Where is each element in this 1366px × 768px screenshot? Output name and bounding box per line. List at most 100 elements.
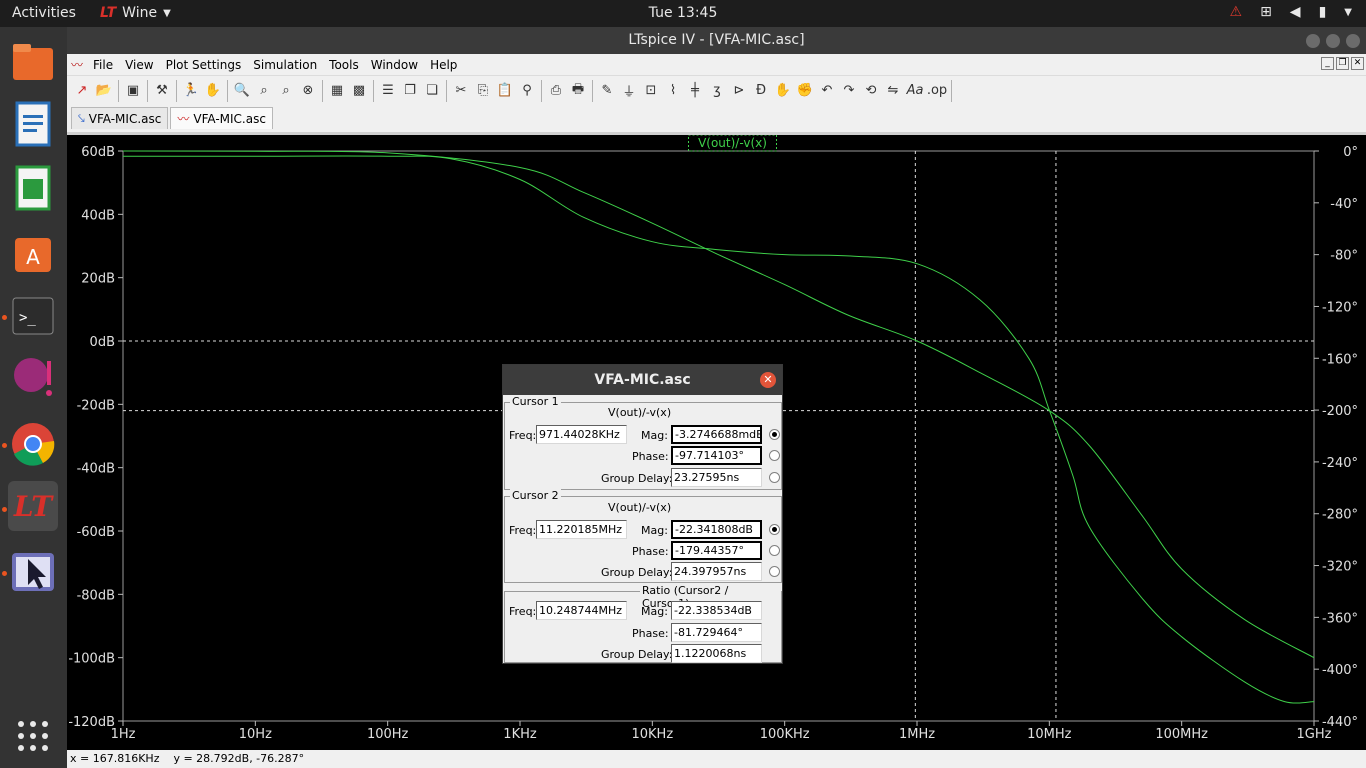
- menu-help[interactable]: Help: [424, 58, 463, 72]
- save-icon[interactable]: ▣: [122, 80, 144, 102]
- cursor2-label: Cursor 2: [510, 489, 561, 502]
- wire-icon[interactable]: ✎: [596, 80, 618, 102]
- cursor1-freq-field[interactable]: 971.44028KHz: [536, 425, 627, 444]
- cascade-icon[interactable]: ❐: [399, 80, 421, 102]
- diode-icon[interactable]: ⊳: [728, 80, 750, 102]
- cursor1-mag-field[interactable]: -3.2746688mdB: [671, 425, 762, 444]
- podcast-icon[interactable]: [8, 353, 58, 403]
- run-icon[interactable]: 🏃: [180, 80, 202, 102]
- drag-icon[interactable]: ✊: [794, 80, 816, 102]
- menu-window[interactable]: Window: [365, 58, 424, 72]
- paste-icon[interactable]: 📋: [494, 80, 516, 102]
- menu-simulation[interactable]: Simulation: [247, 58, 323, 72]
- zoom-out-icon[interactable]: ⌕: [275, 80, 297, 102]
- zoom-fit-icon[interactable]: ⊗: [297, 80, 319, 102]
- mirror-icon[interactable]: ⇋: [882, 80, 904, 102]
- label-net-icon[interactable]: ⊡: [640, 80, 662, 102]
- print-icon[interactable]: 🖶: [567, 80, 589, 102]
- cursor-dialog[interactable]: VFA-MIC.asc ✕ Cursor 1 V(out)/-v(x) Freq…: [502, 364, 783, 664]
- open-icon[interactable]: 📂: [93, 80, 115, 102]
- ratio-freq-field: 10.248744MHz: [536, 601, 627, 620]
- files-icon[interactable]: [8, 37, 58, 87]
- component-icon[interactable]: Ð: [750, 80, 772, 102]
- mdi-close-button[interactable]: ✕: [1351, 57, 1364, 70]
- system-tray[interactable]: ⚠ ⊞ ◀ ▮ ▼: [1230, 4, 1353, 20]
- text-icon[interactable]: Aa: [904, 80, 926, 102]
- pan-icon[interactable]: ✋: [202, 80, 224, 102]
- rotate-icon[interactable]: ⟲: [860, 80, 882, 102]
- zoom-in-icon[interactable]: 🔍: [231, 80, 253, 102]
- dialog-close-button[interactable]: ✕: [760, 372, 776, 388]
- spice-directive-icon[interactable]: .op: [926, 80, 948, 102]
- cursor1-group-delay-radio[interactable]: [769, 472, 780, 483]
- find-icon[interactable]: ⚲: [516, 80, 538, 102]
- menu-file[interactable]: File: [87, 58, 119, 72]
- minimize-button[interactable]: [1306, 34, 1320, 48]
- power-menu-icon[interactable]: ▼: [1344, 7, 1352, 18]
- inductor-icon[interactable]: ʒ: [706, 80, 728, 102]
- autorange-icon[interactable]: ▦: [326, 80, 348, 102]
- dialog-titlebar[interactable]: VFA-MIC.asc ✕: [503, 365, 782, 395]
- cursor1-group-delay-field[interactable]: 23.27595ns: [671, 468, 762, 487]
- control-panel-icon[interactable]: ⚒: [151, 80, 173, 102]
- cursor1-mag-radio[interactable]: [769, 429, 780, 440]
- cursor2-phase-field[interactable]: -179.44357°: [671, 541, 762, 560]
- cursor2-freq-field[interactable]: 11.220185MHz: [536, 520, 627, 539]
- mdi-restore-button[interactable]: ❐: [1336, 57, 1349, 70]
- tile-horizontal-icon[interactable]: ☰: [377, 80, 399, 102]
- terminal-icon[interactable]: >_: [8, 291, 58, 341]
- tab-waveform[interactable]: 〰 VFA-MIC.asc: [170, 107, 273, 129]
- cursor1-phase-field[interactable]: -97.714103°: [671, 446, 762, 465]
- y-left-tick-label: 40dB: [81, 208, 115, 223]
- activities-button[interactable]: Activities: [12, 5, 76, 21]
- redo-icon[interactable]: ↷: [838, 80, 860, 102]
- calc-icon[interactable]: [8, 163, 58, 213]
- cursor2-mag-radio[interactable]: [769, 524, 780, 535]
- chrome-icon[interactable]: [8, 419, 58, 469]
- window-titlebar[interactable]: LTspice IV - [VFA-MIC.asc]: [67, 27, 1366, 54]
- screenshot-icon[interactable]: [8, 547, 58, 597]
- undo-icon[interactable]: ↶: [816, 80, 838, 102]
- close-button[interactable]: [1346, 34, 1360, 48]
- tile-vertical-icon[interactable]: ❏: [421, 80, 443, 102]
- software-center-icon[interactable]: A: [8, 227, 58, 277]
- trace-label[interactable]: V(out)/-v(x): [698, 136, 767, 150]
- x-tick-label: 100Hz: [367, 727, 409, 742]
- probe-icon[interactable]: ▩: [348, 80, 370, 102]
- copy-icon[interactable]: ⎘: [472, 80, 494, 102]
- app-menu-label: Wine: [122, 5, 158, 21]
- menu-tools[interactable]: Tools: [323, 58, 365, 72]
- volume-icon: ◀: [1289, 4, 1301, 20]
- cursor2-mag-field[interactable]: -22.341808dB: [671, 520, 762, 539]
- cursor2-group-delay-field[interactable]: 24.397957ns: [671, 562, 762, 581]
- cut-icon[interactable]: ✂: [450, 80, 472, 102]
- clock[interactable]: Tue 13:45: [0, 5, 1366, 21]
- zoom-area-icon[interactable]: ⌕: [253, 80, 275, 102]
- svg-text:LT: LT: [13, 490, 54, 523]
- cursor1-phase-radio[interactable]: [769, 450, 780, 461]
- menu-plot-settings[interactable]: Plot Settings: [160, 58, 248, 72]
- tab-schematic[interactable]: ⤥ VFA-MIC.asc: [71, 107, 169, 129]
- y-right-tick-label: -240°: [1322, 456, 1358, 471]
- cursor2-phase-radio[interactable]: [769, 545, 780, 556]
- new-schematic-icon[interactable]: ↗: [71, 80, 93, 102]
- app-grid-icon[interactable]: [8, 711, 58, 761]
- ground-icon[interactable]: ⏚: [618, 80, 640, 102]
- x-tick-label: 100KHz: [760, 727, 810, 742]
- app-menu[interactable]: LT Wine ▼: [100, 5, 171, 21]
- mdi-minimize-button[interactable]: _: [1321, 57, 1334, 70]
- capacitor-icon[interactable]: ╪: [684, 80, 706, 102]
- cursor2-group-delay-radio[interactable]: [769, 566, 780, 577]
- writer-icon[interactable]: [8, 99, 58, 149]
- ratio-mag-label: Mag:: [641, 605, 668, 618]
- y-left-tick-label: -120dB: [68, 715, 115, 730]
- menu-view[interactable]: View: [119, 58, 159, 72]
- maximize-button[interactable]: [1326, 34, 1340, 48]
- resistor-icon[interactable]: ⌇: [662, 80, 684, 102]
- warning-icon[interactable]: ⚠: [1230, 4, 1243, 20]
- y-left-tick-label: -20dB: [77, 398, 115, 413]
- print-preview-icon[interactable]: ⎙: [545, 80, 567, 102]
- ltspice-icon[interactable]: LT: [8, 481, 58, 531]
- menu-bar: 〰 File View Plot Settings Simulation Too…: [67, 54, 1366, 75]
- move-icon[interactable]: ✋: [772, 80, 794, 102]
